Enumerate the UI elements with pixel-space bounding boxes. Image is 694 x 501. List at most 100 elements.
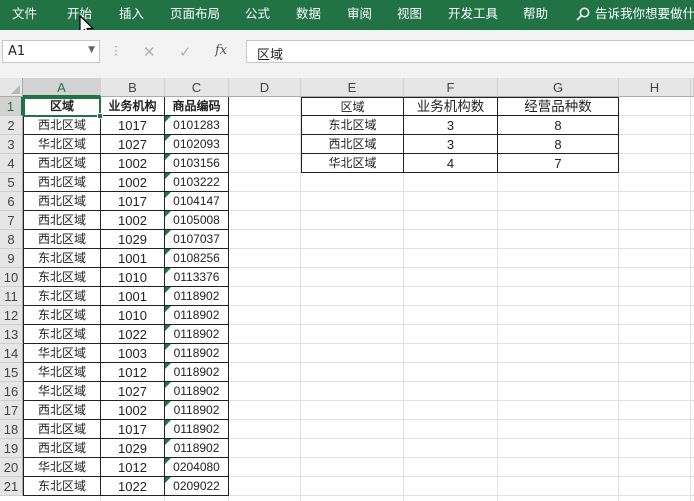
table1-cell[interactable]: 1029 [101,230,165,249]
column-header-g[interactable]: G [498,78,619,97]
error-indicator-icon[interactable] [165,344,171,350]
table1-cell[interactable]: 东北区域 [23,249,101,268]
table2-cell[interactable]: 3 [404,116,498,135]
table1-cell[interactable]: 1003 [101,344,165,363]
tab-developer[interactable]: 开发工具 [448,0,498,30]
error-indicator-icon[interactable] [165,211,171,217]
error-indicator-icon[interactable] [165,230,171,236]
table1-cell[interactable]: 西北区域 [23,420,101,439]
table1-cell[interactable]: 1010 [101,306,165,325]
error-indicator-icon[interactable] [165,401,171,407]
row-header[interactable]: 10 [0,268,23,287]
table1-cell[interactable]: 1002 [101,401,165,420]
table1-cell[interactable]: 东北区域 [23,268,101,287]
error-indicator-icon[interactable] [165,135,171,141]
more-options-icon[interactable]: · · · [114,41,118,61]
table1-cell[interactable]: 1029 [101,439,165,458]
table2-cell[interactable]: 7 [498,154,619,173]
table1-cell[interactable]: 1012 [101,363,165,382]
table1-cell[interactable]: 0209022 [165,477,229,496]
error-indicator-icon[interactable] [165,287,171,293]
table1-cell[interactable]: 0118902 [165,344,229,363]
row-header[interactable]: 8 [0,230,23,249]
name-box[interactable]: A1 ▼ [2,40,100,63]
table1-cell[interactable]: 西北区域 [23,154,101,173]
error-indicator-icon[interactable] [165,439,171,445]
chevron-down-icon[interactable]: ▼ [88,45,95,55]
row-header[interactable]: 15 [0,363,23,382]
error-indicator-icon[interactable] [165,154,171,160]
cancel-icon[interactable]: ✕ [143,43,156,61]
table2-cell[interactable]: 西北区域 [301,135,404,154]
table1-cell[interactable]: 华北区域 [23,382,101,401]
table1-cell[interactable]: 0118902 [165,287,229,306]
table1-cell[interactable]: 1022 [101,477,165,496]
insert-function-icon[interactable]: fx [215,43,227,58]
table1-cell[interactable]: 1027 [101,382,165,401]
table1-cell[interactable]: 0103156 [165,154,229,173]
table1-cell[interactable]: 0103222 [165,173,229,192]
table1-cell[interactable]: 东北区域 [23,325,101,344]
row-header[interactable]: 5 [0,173,23,192]
error-indicator-icon[interactable] [165,192,171,198]
row-header[interactable]: 16 [0,382,23,401]
table1-cell[interactable]: 西北区域 [23,173,101,192]
tab-review[interactable]: 审阅 [347,0,372,30]
table1-cell[interactable]: 华北区域 [23,135,101,154]
row-header[interactable]: 7 [0,211,23,230]
error-indicator-icon[interactable] [165,458,171,464]
table1-cell[interactable]: 1022 [101,325,165,344]
table1-cell[interactable]: 东北区域 [23,306,101,325]
error-indicator-icon[interactable] [165,420,171,426]
table1-cell[interactable]: 0118902 [165,306,229,325]
table1-cell[interactable]: 华北区域 [23,458,101,477]
row-header[interactable]: 20 [0,458,23,477]
table1-cell[interactable]: 1017 [101,192,165,211]
table1-cell[interactable]: 0118902 [165,401,229,420]
error-indicator-icon[interactable] [165,477,171,483]
column-header-h[interactable]: H [619,78,691,97]
table1-cell[interactable]: 华北区域 [23,363,101,382]
row-header[interactable]: 1 [0,97,23,116]
column-header-e[interactable]: E [301,78,404,97]
table1-cell[interactable]: 1001 [101,287,165,306]
table1-cell[interactable]: 0113376 [165,268,229,287]
table1-cell[interactable]: 1002 [101,211,165,230]
worksheet-grid[interactable]: A B C D E F G H 1 2 3 4 5 6 7 8 9 10 11 12 13 14 15 16 1… [0,78,694,501]
table2-cell[interactable]: 3 [404,135,498,154]
column-header-c[interactable]: C [165,78,229,97]
column-header-b[interactable]: B [101,78,165,97]
error-indicator-icon[interactable] [165,325,171,331]
table1-cell[interactable]: 0101283 [165,116,229,135]
row-header[interactable]: 4 [0,154,23,173]
table1-header-cell[interactable]: 业务机构 [101,97,165,116]
table1-cell[interactable]: 1027 [101,135,165,154]
formula-input[interactable]: 区域 [246,40,694,63]
table1-cell[interactable]: 1002 [101,154,165,173]
table1-cell[interactable]: 1002 [101,173,165,192]
column-header-d[interactable]: D [229,78,301,97]
row-header[interactable]: 6 [0,192,23,211]
table1-cell[interactable]: 0107037 [165,230,229,249]
table1-cell[interactable]: 0118902 [165,325,229,344]
tell-me-search[interactable]: 告诉我你想要做什 [576,0,694,30]
error-indicator-icon[interactable] [165,173,171,179]
table1-cell[interactable]: 1001 [101,249,165,268]
error-indicator-icon[interactable] [165,249,171,255]
table2-cell[interactable]: 8 [498,116,619,135]
error-indicator-icon[interactable] [165,382,171,388]
row-header[interactable]: 17 [0,401,23,420]
table2-header-cell[interactable]: 业务机构数 [404,97,498,116]
table1-cell[interactable]: 0118902 [165,382,229,401]
error-indicator-icon[interactable] [165,116,171,122]
select-all-corner[interactable] [0,78,23,97]
fill-handle[interactable] [97,113,103,119]
table1-cell[interactable]: 0118902 [165,420,229,439]
table1-cell[interactable]: 西北区域 [23,211,101,230]
table1-cell[interactable]: 0102093 [165,135,229,154]
row-header[interactable]: 2 [0,116,23,135]
table2-cell[interactable]: 东北区域 [301,116,404,135]
tab-data[interactable]: 数据 [296,0,321,30]
table1-cell[interactable]: 0104147 [165,192,229,211]
table1-cell[interactable]: 0108256 [165,249,229,268]
